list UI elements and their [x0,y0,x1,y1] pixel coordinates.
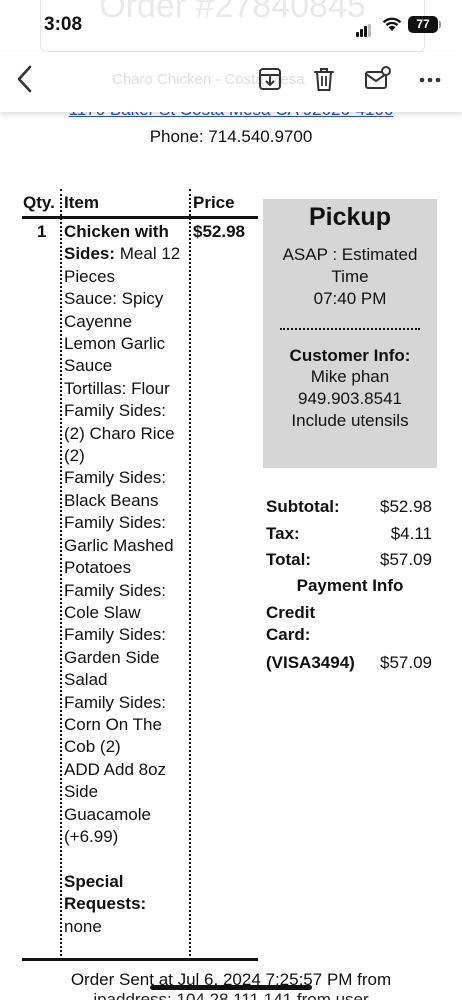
item-option: Family Sides: [64,468,167,488]
wifi-icon [382,17,402,31]
item-option: Family Sides: [64,580,167,600]
item-option: Sauce: Spicy [64,289,164,309]
eta-line: Time [331,267,369,286]
item-option: Family Sides: [64,692,167,712]
item-option: (2) Charo Rice [64,423,175,443]
payment-amount: $57.09 [380,653,432,672]
item-option: (2) [64,446,85,466]
item-option: Garlic Mashed [64,535,174,555]
header-item: Item [64,193,99,212]
status-bar: Order #27840845 3:08 77 [0,0,462,52]
item-option: (+6.99) [64,826,119,846]
item-option: Black Beans [64,490,159,510]
tax-value: $4.11 [390,524,432,543]
more-horizontal-icon[interactable] [419,76,441,84]
item-option: Corn On The [64,714,162,734]
header-qty: Qty. [23,193,55,212]
item-price: $52.98 [193,222,245,241]
table-bottom-divider [22,958,258,961]
item-option: ADD Add 8oz [64,759,167,779]
item-qty: 1 [37,222,47,241]
column-divider [60,189,62,960]
total-value: $57.09 [380,550,432,569]
customer-phone: 949.903.8541 [298,389,402,408]
order-ip-text: ipaddress: 104.28.111.141 from user [93,990,369,1000]
item-option: Meal 12 [119,244,181,264]
payment-card: (VISA3494) [266,653,355,672]
item-option: Tortillas: Flour [64,378,170,398]
tax-label: Tax: [266,524,300,543]
status-time: 3:08 [44,14,83,35]
item-details: Chicken with Sides: Meal 12 Pieces Sauce… [64,221,190,938]
dotted-divider [280,328,420,330]
battery-icon: 77 [408,16,438,33]
subtotal-value: $52.98 [380,497,432,516]
payment-info-heading: Payment Info [296,576,404,595]
archive-down-icon[interactable] [258,66,282,92]
battery-tip [439,21,441,28]
subtotal-label: Subtotal: [266,497,340,516]
item-option: Potatoes [64,558,132,578]
cellular-signal-icon [356,19,372,37]
item-option: Guacamole [64,804,151,824]
trash-icon[interactable] [313,66,335,92]
total-label: Total: [266,550,312,569]
pickup-eta: ASAP : Estimated Time 07:40 PM [263,244,437,310]
item-option: Family Sides: [64,513,167,533]
pickup-title: Pickup [309,203,391,231]
item-title: Chicken with [64,222,169,241]
pickup-box: Pickup ASAP : Estimated Time 07:40 PM Cu… [263,199,437,468]
item-option: Cole Slaw [64,602,141,622]
email-body: 1170 Baker St Costa Mesa CA 92626-4106 P… [0,100,462,1000]
item-option: Side [64,782,99,802]
home-indicator[interactable] [150,985,312,990]
customer-info-label: Customer Info: [289,346,411,365]
item-option: Sauce [64,356,113,376]
mail-toolbar: Charo Chicken - Costa Mesa [0,52,462,112]
item-title: Sides: [64,244,116,264]
item-option: Cayenne [64,311,133,331]
customer-name: Mike phan [310,367,390,386]
payment-method: Card: [266,625,311,644]
chevron-left-icon[interactable] [14,64,36,94]
item-option: Pieces [64,266,116,286]
store-phone: Phone: 714.540.9700 [149,127,313,146]
eta-time: 07:40 PM [313,289,387,308]
header-price: Price [193,193,235,212]
item-option: Family Sides: [64,625,167,645]
item-option: Garden Side [64,647,160,667]
special-requests-label: Special [64,871,124,891]
eta-line: ASAP : Estimated [282,245,418,264]
special-requests-value: none [64,916,102,936]
item-option: Cob (2) [64,737,121,757]
item-option: Lemon Garlic [64,334,166,354]
customer-note: Include utensils [291,411,409,430]
table-header-divider [22,216,258,219]
special-requests-label: Requests: [64,894,147,914]
payment-method: Credit [266,603,316,622]
item-option: Family Sides: [64,401,167,421]
item-option: Salad [64,670,108,690]
mail-unread-icon[interactable] [364,66,392,92]
